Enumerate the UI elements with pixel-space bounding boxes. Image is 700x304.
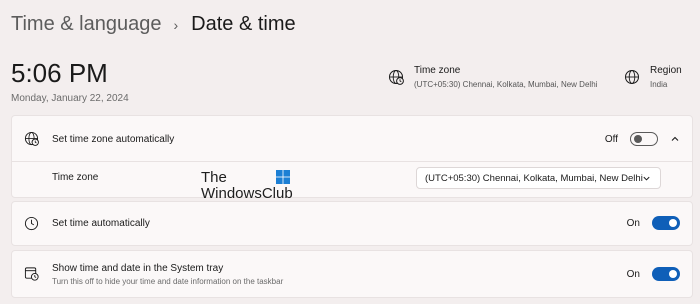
watermark: The WindowsClub <box>201 170 293 202</box>
breadcrumb: Time & language › Date & time <box>11 13 296 36</box>
globe-icon <box>625 70 639 84</box>
auto-time-text: Set time automatically <box>52 218 150 229</box>
auto-timezone-text: Set time zone automatically <box>52 134 174 145</box>
auto-timezone-toggle[interactable] <box>630 132 658 146</box>
timezone-select-text: Time zone <box>52 172 98 183</box>
auto-time-row[interactable]: Set time automatically On <box>12 202 692 245</box>
auto-time-card: Set time automatically On <box>11 201 693 246</box>
toggle-knob <box>669 270 677 278</box>
auto-timezone-row[interactable]: Set time zone automatically Off <box>12 116 692 161</box>
current-date: Monday, January 22, 2024 <box>11 93 129 104</box>
breadcrumb-parent-link[interactable]: Time & language <box>11 13 161 36</box>
timezone-dropdown[interactable]: (UTC+05:30) Chennai, Kolkata, Mumbai, Ne… <box>416 167 661 189</box>
timezone-info-title: Time zone <box>414 65 461 76</box>
chevron-up-icon[interactable] <box>670 134 680 144</box>
system-tray-label: Show time and date in the System tray <box>52 263 224 274</box>
system-tray-text: Show time and date in the System tray Tu… <box>52 263 283 286</box>
system-tray-description: Turn this off to hide your time and date… <box>52 277 284 286</box>
globe-clock-icon <box>389 70 404 85</box>
system-tray-row[interactable]: Show time and date in the System tray Tu… <box>12 251 692 297</box>
auto-timezone-card: Set time zone automatically Off Time zon… <box>11 115 693 198</box>
auto-timezone-toggle-group: Off <box>605 132 680 146</box>
timezone-select-row: Time zone (UTC+05:30) Chennai, Kolkata, … <box>12 162 692 198</box>
auto-time-label: Set time automatically <box>52 218 150 229</box>
toggle-knob <box>634 135 642 143</box>
auto-time-toggle[interactable] <box>652 216 680 230</box>
globe-clock-icon <box>24 131 39 146</box>
breadcrumb-separator: › <box>173 16 179 33</box>
region-info-value: India <box>650 80 668 89</box>
auto-time-state: On <box>626 217 640 229</box>
page-title: Date & time <box>191 13 296 35</box>
system-tray-toggle[interactable] <box>652 267 680 281</box>
windows-logo-icon <box>276 170 290 184</box>
auto-timezone-state: Off <box>604 133 618 145</box>
chevron-down-icon <box>643 176 650 181</box>
current-time: 5:06 PM <box>11 58 108 88</box>
timezone-info-value: (UTC+05:30) Chennai, Kolkata, Mumbai, Ne… <box>414 80 598 89</box>
calendar-clock-icon <box>24 267 39 281</box>
timezone-dropdown-value: (UTC+05:30) Chennai, Kolkata, Mumbai, Ne… <box>425 172 643 184</box>
timezone-select-label: Time zone <box>52 172 99 183</box>
watermark-line2: WindowsClub <box>201 185 293 202</box>
clock-icon <box>24 216 39 231</box>
system-tray-card: Show time and date in the System tray Tu… <box>11 250 693 298</box>
region-info-title: Region <box>650 65 682 76</box>
auto-time-toggle-group: On <box>627 216 680 230</box>
region-info: Region India <box>624 65 682 89</box>
auto-timezone-label: Set time zone automatically <box>52 134 175 145</box>
system-tray-toggle-group: On <box>627 267 680 281</box>
timezone-info: Time zone (UTC+05:30) Chennai, Kolkata, … <box>388 65 597 89</box>
system-tray-state: On <box>626 268 640 280</box>
toggle-knob <box>669 219 677 227</box>
